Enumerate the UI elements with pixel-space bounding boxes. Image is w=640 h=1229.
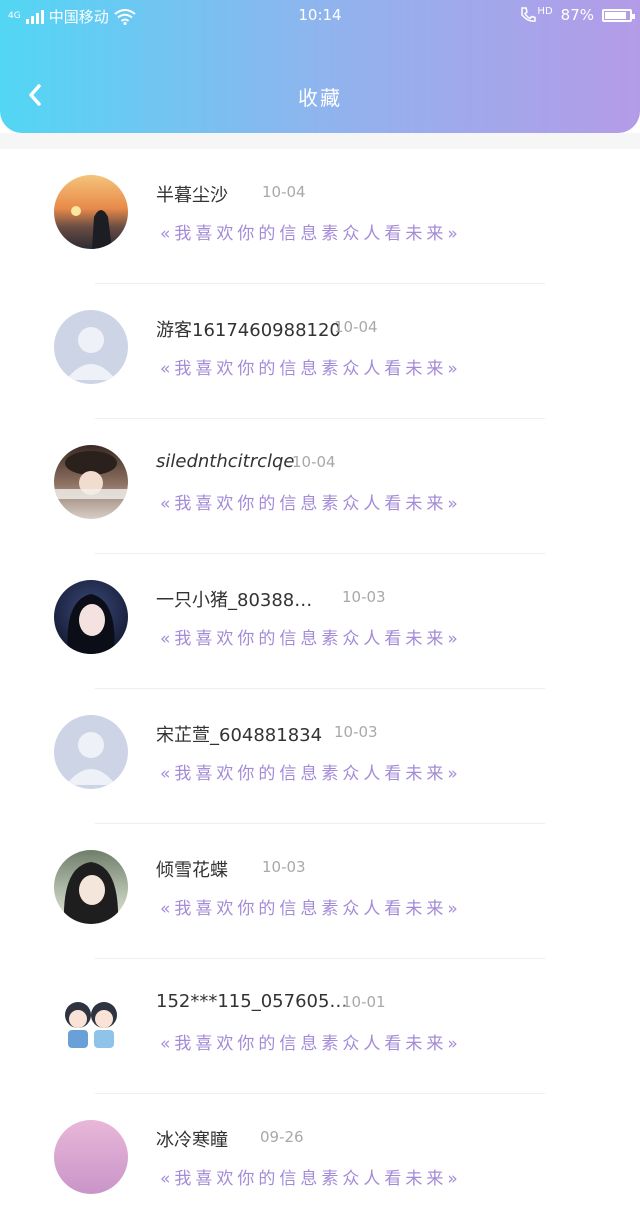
item-message: «我喜欢你的信息素众人看未来» [160, 224, 462, 244]
item-date: 10-03 [342, 588, 386, 606]
user-name: silednthcitrclqe [156, 451, 295, 472]
user-name: 宋芷萱_604881834 [156, 725, 323, 746]
battery-icon [602, 8, 635, 22]
hd-label: HD [537, 5, 553, 17]
item-date: 10-01 [342, 993, 386, 1011]
user-name: 游客1617460988120 [156, 320, 341, 341]
item-message: «我喜欢你的信息素众人看未来» [160, 359, 462, 379]
list-item[interactable]: 倾雪花蝶 10-03 «我喜欢你的信息素众人看未来» [0, 824, 640, 959]
item-message: «我喜欢你的信息素众人看未来» [160, 629, 462, 649]
item-date: 10-03 [262, 858, 306, 876]
item-message: «我喜欢你的信息素众人看未来» [160, 1034, 462, 1054]
list-item[interactable]: 冰冷寒瞳 09-26 «我喜欢你的信息素众人看未来» [0, 1094, 640, 1229]
item-date: 10-04 [334, 318, 378, 336]
user-name: 倾雪花蝶 [156, 860, 228, 881]
list-item[interactable]: 一只小猪_80388… 10-03 «我喜欢你的信息素众人看未来» [0, 554, 640, 689]
user-name: 半暮尘沙 [156, 185, 228, 206]
item-date: 10-04 [262, 183, 306, 201]
list-item[interactable]: 152***115_057605… 10-01 «我喜欢你的信息素众人看未来» [0, 959, 640, 1094]
user-name: 152***115_057605… [156, 991, 348, 1012]
item-message: «我喜欢你的信息素众人看未来» [160, 494, 462, 514]
avatar [54, 445, 128, 519]
battery-percent: 87% [560, 6, 594, 24]
header-bar: 4G 中国移动 10:14 HD 87% 收藏 [0, 0, 640, 133]
item-message: «我喜欢你的信息素众人看未来» [160, 1169, 462, 1189]
list-item[interactable]: 宋芷萱_604881834 10-03 «我喜欢你的信息素众人看未来» [0, 689, 640, 824]
item-date: 09-26 [260, 1128, 304, 1146]
item-message: «我喜欢你的信息素众人看未来» [160, 899, 462, 919]
item-message: «我喜欢你的信息素众人看未来» [160, 764, 462, 784]
item-date: 10-04 [292, 453, 336, 471]
avatar [54, 310, 128, 384]
user-name: 冰冷寒瞳 [156, 1130, 228, 1151]
avatar [54, 850, 128, 924]
page-title: 收藏 [298, 86, 342, 110]
user-name: 一只小猪_80388… [156, 590, 313, 611]
phone-icon [521, 7, 537, 22]
list-item[interactable]: 游客1617460988120 10-04 «我喜欢你的信息素众人看未来» [0, 284, 640, 419]
list-item[interactable]: 半暮尘沙 10-04 «我喜欢你的信息素众人看未来» [0, 149, 640, 284]
avatar [54, 1120, 128, 1194]
header-spacer [0, 133, 640, 149]
status-bar: 4G 中国移动 10:14 HD 87% [0, 0, 640, 32]
avatar [54, 175, 128, 249]
avatar [54, 715, 128, 789]
favorites-list: 半暮尘沙 10-04 «我喜欢你的信息素众人看未来» 游客16174609881… [0, 149, 640, 1229]
item-date: 10-03 [334, 723, 378, 741]
avatar [54, 580, 128, 654]
avatar [54, 985, 128, 1059]
list-item[interactable]: silednthcitrclqe 10-04 «我喜欢你的信息素众人看未来» [0, 419, 640, 554]
